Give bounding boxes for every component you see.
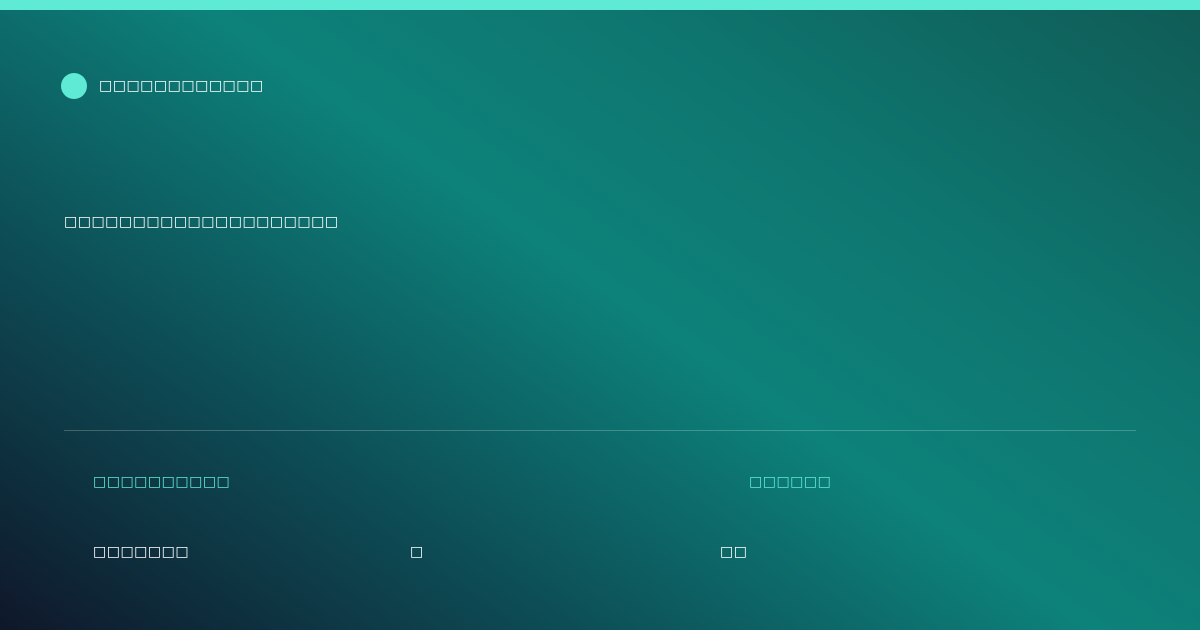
footer-divider <box>64 430 1136 431</box>
footer-value-2: □ <box>410 544 424 560</box>
brand-logo-dot <box>61 73 87 99</box>
brand: □□□□□□□□□□□□ <box>61 73 264 99</box>
footer-right-label: □□□□□□ <box>749 474 832 490</box>
footer-value-3: □□ <box>720 544 748 560</box>
headline: □□□□□□□□□□□□□□□□□□□□ <box>64 214 339 230</box>
accent-top-bar <box>0 0 1200 10</box>
footer-value-1: □□□□□□□ <box>93 544 190 560</box>
footer-left-label: □□□□□□□□□□ <box>93 474 231 490</box>
brand-name: □□□□□□□□□□□□ <box>99 78 264 94</box>
share-card: □□□□□□□□□□□□ □□□□□□□□□□□□□□□□□□□□ □□□□□□… <box>0 0 1200 630</box>
